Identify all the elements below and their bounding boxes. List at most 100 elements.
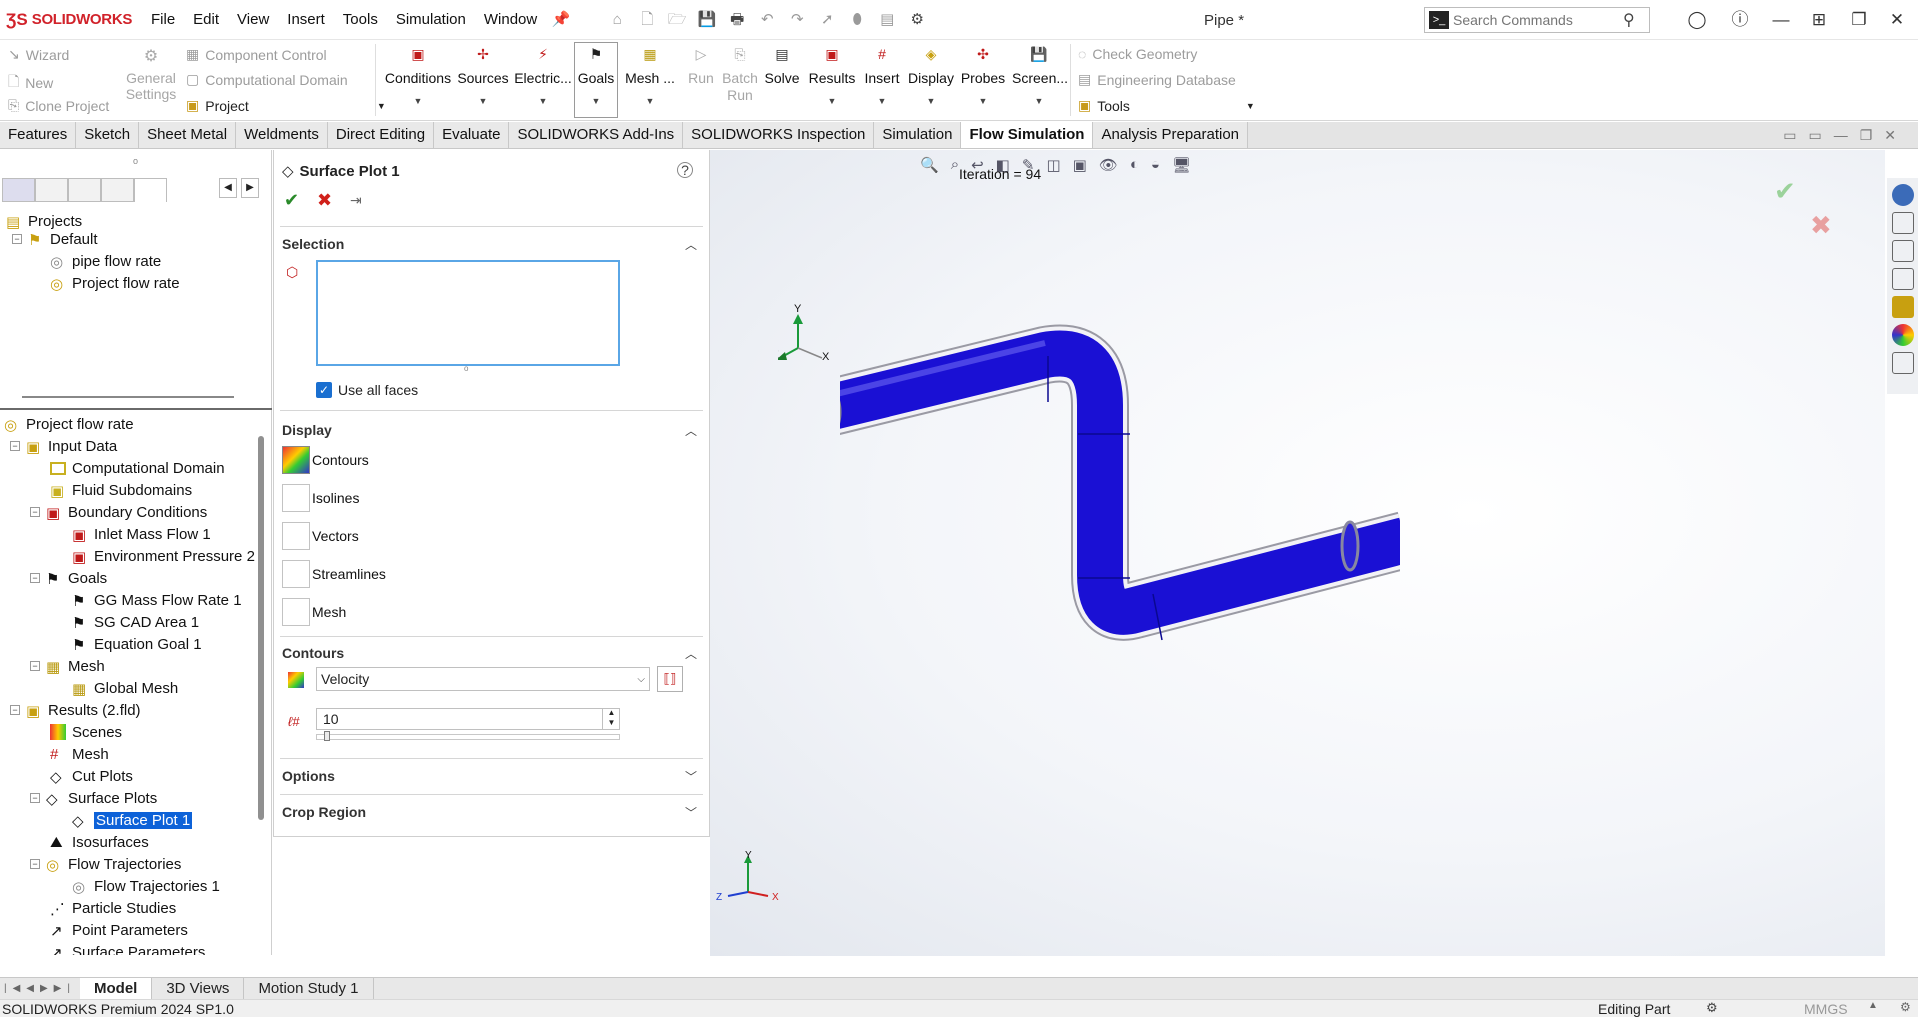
tab-model[interactable]: Model [80,978,153,999]
tree-flow-trajectories-1[interactable]: ◎ Flow Trajectories 1 [72,876,220,897]
project-button[interactable]: ▣ Project ▼ [186,97,386,114]
rebuild-icon[interactable]: ⬮ [846,10,868,30]
tree-boundary-conditions[interactable]: − ▣ Boundary Conditions [30,502,207,522]
run-button[interactable]: ▷ Run [686,46,716,86]
parameter-select[interactable]: Velocity ⌵ [316,667,650,691]
selection-header[interactable]: Selection [282,236,344,252]
chevron-up-icon[interactable]: ︿ [685,422,697,439]
display-header[interactable]: Display [282,422,332,438]
ok-check-icon[interactable]: ✔ [284,190,299,211]
tab-simulation[interactable]: Simulation [874,122,962,148]
display-contours-toggle[interactable]: Contours [282,446,369,474]
tab-motion-study-1[interactable]: Motion Study 1 [244,978,374,999]
open-icon[interactable]: 🗁 [666,10,688,30]
display-mesh-toggle[interactable]: Mesh [282,598,346,626]
tree-projects-root[interactable]: ▤ Projects [6,211,82,232]
check-geometry-button[interactable]: ◌ Check Geometry [1078,46,1197,62]
tree-mesh[interactable]: − ▦ Mesh [30,656,105,676]
tab-scroll-right-icon[interactable]: ▶ [241,178,259,198]
pipe-model[interactable] [840,320,1400,660]
doc-window-controls[interactable]: ▭▭—❐✕ [1783,122,1908,148]
crop-region-header[interactable]: Crop Region [282,804,366,820]
tree-goal-mass-flow-rate[interactable]: ⚑ GG Mass Flow Rate 1 [72,590,242,611]
screen-button[interactable]: 💾 Screen... ▼ [1012,46,1068,106]
tree-goal-cad-area[interactable]: ⚑ SG CAD Area 1 [72,612,199,633]
collapse-icon[interactable]: − [30,793,40,803]
tab-weldments[interactable]: Weldments [236,122,328,148]
tree-surface-plot-1[interactable]: ◇ Surface Plot 1 [72,810,193,830]
tab-flow-simulation[interactable]: Flow Simulation [961,122,1094,148]
view-palette-icon[interactable] [1891,296,1914,318]
help-icon[interactable]: ⓘ [1727,8,1753,32]
menu-edit[interactable]: Edit [184,11,228,28]
tab-3d-views[interactable]: 3D Views [152,978,245,999]
levels-spinner[interactable]: ▲ ▼ [602,708,620,730]
chevron-up-icon[interactable]: ︿ [685,236,697,253]
tree-results-mesh[interactable]: # Mesh [50,744,109,764]
contours-header[interactable]: Contours [282,645,344,661]
display-isolines-toggle[interactable]: Isolines [282,484,359,512]
engineering-database-button[interactable]: ▤ Engineering Database [1078,71,1236,88]
unit-system[interactable]: MMGS [1804,1001,1848,1017]
options-gear-icon[interactable]: ⚙ [906,10,928,30]
tree-pipe-flow-rate[interactable]: ◎ pipe flow rate [50,251,161,272]
clone-project-button[interactable]: ⎘ Clone Project [8,97,109,114]
sources-button[interactable]: ✢ Sources ▼ [455,46,511,106]
tab-sheet-metal[interactable]: Sheet Metal [139,122,237,148]
new-project-button[interactable]: 🗋 New [8,71,53,95]
menu-view[interactable]: View [228,11,278,28]
feature-manager-tab-icon[interactable] [2,178,35,202]
tree-global-mesh[interactable]: ▦ Global Mesh [72,678,178,699]
zoom-to-fit-icon[interactable]: 🔍 [920,156,939,174]
select-icon[interactable]: ➚ [816,10,838,30]
menu-tools[interactable]: Tools [334,11,387,28]
results-button[interactable]: ▣ Results ▼ [808,46,856,106]
goals-button[interactable]: ⚑ Goals ▼ [574,42,618,118]
selection-list-box[interactable] [316,260,620,366]
collapse-icon[interactable]: − [30,661,40,671]
pane-grip[interactable]: o [133,156,138,166]
solidworks-resources-icon[interactable] [1891,184,1914,206]
close-button[interactable]: ✕ [1884,8,1910,32]
computational-domain-button[interactable]: ▢ Computational Domain [186,71,348,88]
home-icon[interactable] [1891,212,1914,234]
flow-simulation-tab-icon[interactable] [134,178,167,202]
tree-point-parameters[interactable]: ↗ Point Parameters [50,920,188,941]
collapse-icon[interactable]: − [10,441,20,451]
tree-scenes[interactable]: Scenes [50,722,122,742]
display-button[interactable]: ◈ Display ▼ [906,46,956,106]
menu-window[interactable]: Window [475,11,546,28]
design-library-icon[interactable] [1891,240,1914,262]
pin-icon[interactable]: ⇥ [350,192,362,209]
edit-appearance-icon[interactable]: ◐ [1130,156,1139,174]
tab-solidworks-add-ins[interactable]: SOLIDWORKS Add-Ins [509,122,684,148]
rebuild-status-icon[interactable]: ⚙ [1706,1000,1718,1016]
tile-windows-button[interactable]: ⊞ [1806,8,1832,32]
apply-scene-icon[interactable]: ◒ [1151,156,1160,174]
confirm-corner-check-icon[interactable]: ✔ [1774,176,1796,207]
insert-button[interactable]: # Insert ▼ [860,46,904,106]
file-properties-icon[interactable]: ▤ [876,10,898,30]
tree-flow-trajectories[interactable]: − ◎ Flow Trajectories [30,854,181,874]
custom-properties-icon[interactable] [1891,352,1914,374]
appearances-icon[interactable] [1891,324,1914,346]
dim-expert-tab-icon[interactable] [101,178,134,202]
tree-goals[interactable]: − ⚑ Goals [30,568,107,588]
tree-inlet-mass-flow[interactable]: ▣ Inlet Mass Flow 1 [72,524,211,545]
user-account-icon[interactable]: ◯ [1684,8,1710,32]
display-streamlines-toggle[interactable]: Streamlines [282,560,386,588]
pin-icon[interactable]: 📌 [550,10,572,30]
customize-status-icon[interactable]: ⚙ [1900,1000,1911,1014]
tree-cut-plots[interactable]: ◇ Cut Plots [50,766,133,787]
tab-analysis-preparation[interactable]: Analysis Preparation [1093,122,1249,148]
tab-nav-arrows[interactable]: |◀◀▶▶| [0,983,80,994]
levels-input[interactable]: 10 [316,708,620,730]
levels-slider-thumb[interactable] [324,731,330,741]
tab-evaluate[interactable]: Evaluate [434,122,510,148]
tree-surface-parameters[interactable]: ↗ Surface Parameters [50,942,205,956]
probes-button[interactable]: ✣ Probes ▼ [960,46,1006,106]
tree-scrollbar[interactable] [258,436,264,820]
collapse-icon[interactable]: − [30,573,40,583]
search-input[interactable] [1453,12,1623,28]
file-explorer-icon[interactable] [1891,268,1914,290]
